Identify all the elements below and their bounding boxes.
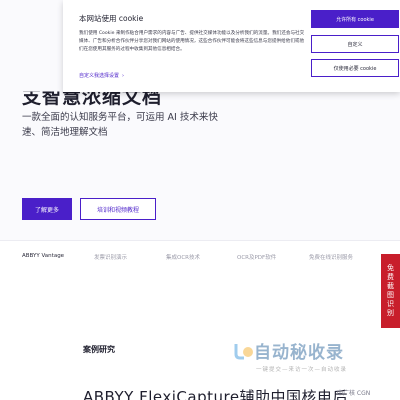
necessary-cookies-only-button[interactable]: 仅使用必要 cookie <box>311 59 399 77</box>
cookie-banner: 本网站使用 cookie 我们使用 Cookie 来制作贴合用户需求的内容与广告… <box>63 0 400 92</box>
hero-subtitle: 一款全面的认知服务平台，可运用 AI 技术来快速、简洁地理解文档 <box>22 112 218 138</box>
cookie-banner-title: 本网站使用 cookie <box>79 14 144 23</box>
cookie-settings-link[interactable]: 自定义我选择设置 › <box>79 72 125 80</box>
case-study-title[interactable]: ABBYY FlexiCapture辅助中国核电后 <box>83 386 348 400</box>
customize-cookies-button[interactable]: 自定义 <box>311 35 399 53</box>
tab-abbyy-vantage[interactable]: ABBYY Vantage <box>22 253 64 259</box>
tab-free-online-ocr[interactable]: 免费在线识别服务 <box>309 253 353 261</box>
product-tabs: ABBYY Vantage 发票识别演示 集成OCR技术 OCR及PDF软件 免… <box>0 240 400 300</box>
cookie-settings-link-label: 自定义我选择设置 <box>79 73 120 79</box>
tab-ocr-integration[interactable]: 集成OCR技术 <box>166 253 200 261</box>
watermark: 自动秘收录 一键提交—来访一次—自动收录 <box>232 338 382 373</box>
tab-invoice-demo[interactable]: 发票识别演示 <box>94 253 127 261</box>
free-screenshot-ocr-strip[interactable]: 免费截图识别 <box>381 254 400 328</box>
side-strip-label: 免费截图识别 <box>387 264 394 317</box>
allow-all-cookies-button[interactable]: 允许所有 cookie <box>311 10 399 28</box>
partner-logo: 中广核 CGN <box>337 390 371 397</box>
tab-ocr-pdf-software[interactable]: OCR及PDF软件 <box>237 253 276 261</box>
learn-more-button[interactable]: 了解更多 <box>22 198 72 220</box>
cookie-banner-body: 我们使用 Cookie 来制作贴合用户需求的内容与广告、提供社交媒体功能以及分析… <box>79 31 305 52</box>
watermark-main-text: 自动秘收录 <box>254 343 344 363</box>
training-videos-button[interactable]: 培训和视频教程 <box>80 198 156 220</box>
case-study-label: 案例研究 <box>83 345 115 354</box>
watermark-icon <box>234 343 253 359</box>
watermark-logo: 自动秘收录 <box>232 338 382 363</box>
chevron-right-icon: › <box>122 72 125 79</box>
watermark-subtext: 一键提交—来访一次—自动收录 <box>256 367 348 373</box>
